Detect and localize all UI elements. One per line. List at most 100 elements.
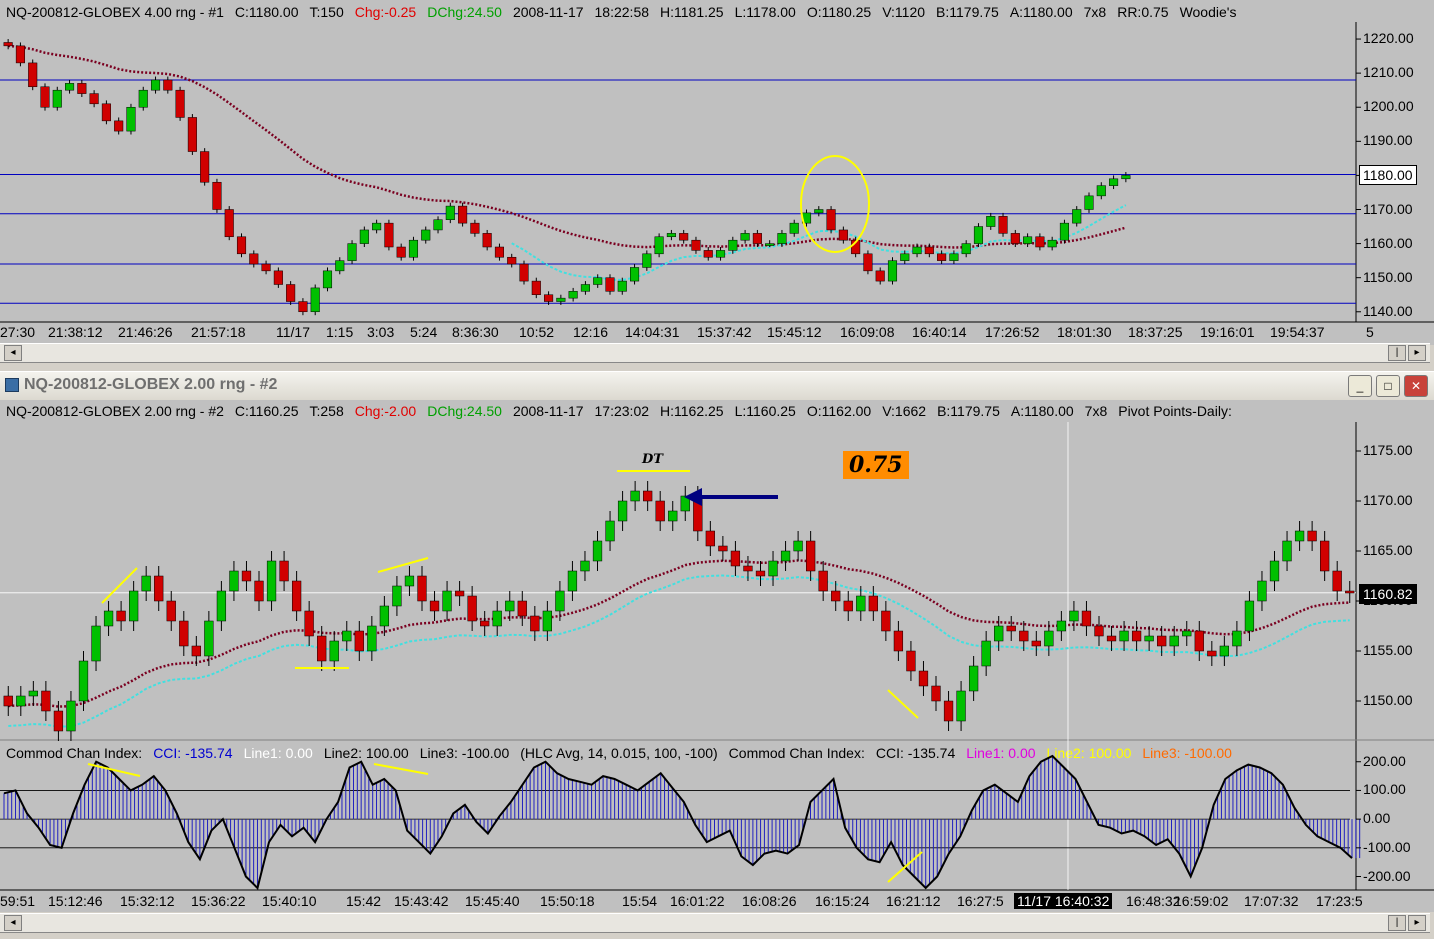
top-down-candle: [752, 233, 762, 244]
bottom-chart-pane[interactable]: NQ-200812-GLOBEX 2.00 rng - #2 C:1160.25 T…: [0, 400, 1434, 912]
top-down-candle: [482, 233, 492, 248]
top-up-candle: [150, 79, 161, 91]
top-scrollbar[interactable]: ◂ | ▸: [0, 343, 1430, 363]
top-up-candle: [986, 216, 996, 227]
scroll-left-icon[interactable]: ◂: [4, 345, 22, 361]
time-tick-label: 10:52: [519, 324, 555, 340]
time-tick-label: 15:45:40: [465, 893, 520, 909]
top-down-candle: [163, 79, 173, 91]
top-up-candle: [421, 229, 431, 241]
bottom-down-candle: [1094, 625, 1104, 637]
time-tick-label: 15:42: [346, 893, 382, 909]
bottom-up-candle: [793, 540, 803, 552]
time-tick-label: 11/17: [276, 324, 310, 340]
time-tick-label: 19:16:01: [1200, 324, 1255, 340]
bottom-down-candle: [1320, 540, 1330, 572]
time-tick-label: 15:50:18: [540, 893, 595, 909]
top-up-candle: [1109, 178, 1119, 186]
top-down-candle: [384, 222, 394, 248]
price-tick-label: 1200.00: [1363, 98, 1414, 115]
price-tick-label: 1220.00: [1363, 30, 1414, 47]
top-down-candle: [470, 222, 480, 234]
top-up-candle: [949, 253, 959, 261]
bottom-up-candle: [492, 610, 502, 627]
time-tick-label: 15:54: [622, 893, 658, 909]
restore-button[interactable]: □: [1376, 375, 1400, 397]
top-up-candle: [322, 270, 333, 289]
bottom-down-candle: [881, 610, 891, 632]
bottom-down-candle: [918, 670, 929, 687]
top-up-candle: [347, 243, 357, 261]
close-button[interactable]: ✕: [1404, 375, 1428, 397]
top-down-candle: [200, 151, 210, 183]
bottom-down-candle: [755, 570, 766, 577]
top-up-candle: [52, 89, 62, 108]
bottom-down-candle: [1345, 590, 1355, 594]
bottom-down-candle: [831, 590, 841, 602]
cci-tick-label: 100.00: [1363, 781, 1406, 798]
top-down-candle: [286, 284, 296, 302]
bottom-scrollbar[interactable]: ◂ | ▸: [0, 913, 1430, 933]
bottom-up-candle: [1169, 635, 1179, 647]
bottom-up-candle: [367, 625, 377, 652]
last-price-box: 1180.00: [1359, 165, 1417, 186]
top-up-candle: [138, 89, 148, 108]
top-up-candle: [642, 253, 652, 268]
bottom-down-candle: [705, 530, 715, 547]
bottom-down-candle: [467, 595, 477, 622]
top-up-candle: [126, 106, 136, 132]
bottom-down-candle: [1131, 630, 1142, 642]
top-down-candle: [273, 270, 283, 285]
cursor-time-box: 11/17 16:40:32: [1014, 893, 1113, 909]
top-up-candle: [445, 205, 455, 220]
minimize-button[interactable]: _: [1348, 375, 1372, 397]
top-up-candle: [359, 229, 369, 244]
time-tick-label: 16:01:22: [670, 893, 725, 909]
bottom-up-candle: [392, 585, 402, 607]
price-tick-label: 1165.00: [1363, 542, 1413, 558]
bottom-up-candle: [342, 630, 352, 642]
bottom-price-chart[interactable]: [0, 400, 1434, 912]
bottom-up-candle: [1244, 600, 1255, 632]
bottom-down-candle: [743, 565, 753, 572]
scroll-thumb[interactable]: |: [1388, 915, 1406, 931]
bottom-down-candle: [429, 600, 440, 612]
scroll-left-icon[interactable]: ◂: [4, 915, 22, 931]
time-tick-label: 1:15: [326, 324, 354, 340]
top-price-chart[interactable]: [0, 0, 1434, 345]
top-up-candle: [961, 243, 971, 255]
top-chart-pane[interactable]: NQ-200812-GLOBEX 4.00 rng - #1 C:1180.00 T…: [0, 0, 1434, 345]
top-up-candle: [1084, 195, 1094, 210]
bottom-down-candle: [191, 645, 201, 657]
bottom-up-candle: [1044, 630, 1054, 647]
bottom-up-candle: [555, 590, 565, 612]
bottom-up-candle: [404, 575, 415, 587]
chart-window-titlebar[interactable]: NQ-200812-GLOBEX 2.00 rng - #2 _ □ ✕: [0, 371, 1434, 401]
top-up-candle: [1023, 236, 1033, 244]
top-up-candle: [715, 250, 726, 258]
scroll-thumb[interactable]: |: [1388, 345, 1406, 361]
top-down-candle: [261, 263, 271, 272]
bottom-up-candle: [1069, 610, 1079, 622]
bottom-up-candle: [668, 510, 678, 522]
bottom-down-candle: [931, 685, 941, 702]
scroll-right-icon[interactable]: ▸: [1408, 915, 1426, 931]
top-down-candle: [236, 236, 247, 255]
bottom-down-candle: [1332, 570, 1342, 592]
bottom-up-candle: [216, 590, 227, 622]
dt-annotation: DT: [642, 452, 663, 467]
bottom-down-candle: [868, 595, 878, 612]
top-down-candle: [15, 45, 25, 64]
top-up-candle: [556, 297, 566, 302]
bottom-down-candle: [179, 620, 189, 647]
scroll-right-icon[interactable]: ▸: [1408, 345, 1426, 361]
bottom-down-candle: [655, 500, 665, 522]
bottom-up-candle: [1119, 630, 1129, 642]
time-tick-label: 15:40:10: [262, 893, 317, 909]
top-down-candle: [531, 280, 541, 295]
bottom-up-candle: [968, 665, 979, 692]
time-tick-label: 21:46:26: [118, 324, 173, 340]
top-down-candle: [863, 253, 873, 272]
bottom-down-candle: [1106, 635, 1117, 642]
time-tick-label: 15:32:12: [120, 893, 175, 909]
